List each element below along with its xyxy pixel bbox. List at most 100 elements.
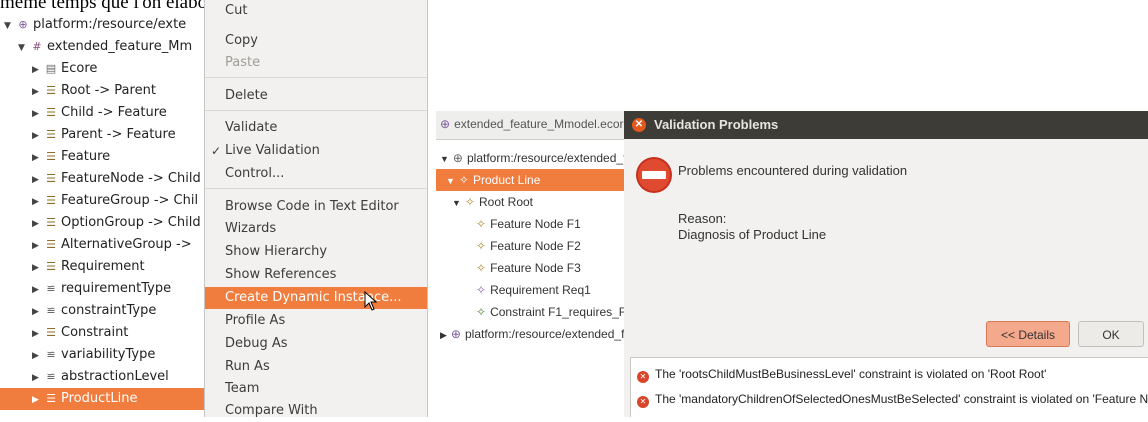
tree-item-resource[interactable]: ▼ ⊕ platform:/resource/extended_fe — [440, 147, 624, 169]
tree-item-eclass[interactable]: ▶ ☰ Feature — [32, 146, 110, 168]
menu-item-show-hierarchy[interactable]: Show Hierarchy — [205, 241, 427, 263]
collapse-arrow-icon[interactable]: ▶ — [32, 213, 44, 235]
menu-item-team[interactable]: Team — [205, 378, 427, 400]
tree-item-feature-node[interactable]: ✧ Feature Node F2 — [476, 235, 581, 257]
problem-item[interactable]: ✕ The 'mandatoryChildrenOfSelectedOnesMus… — [637, 388, 1148, 410]
tree-item-eclass[interactable]: ▶ ☰ Parent -> Feature — [32, 124, 176, 146]
eenum-icon: ≌ — [46, 370, 56, 383]
menu-item-wizards[interactable]: Wizards — [205, 218, 427, 240]
tree-item-eenum[interactable]: ▶ ≌ variabilityType — [32, 344, 155, 366]
tree-item-resource[interactable]: ▶ ⊕ platform:/resource/extended_fe — [440, 323, 624, 345]
tree-item-feature-node[interactable]: ✧ Feature Node F3 — [476, 257, 581, 279]
collapse-arrow-icon[interactable]: ▶ — [32, 279, 44, 301]
collapse-arrow-icon[interactable]: ▶ — [32, 301, 44, 323]
tree-item-eclass[interactable]: ▶ ☰ OptionGroup -> Child — [32, 212, 201, 234]
tree-item-feature-node[interactable]: ✧ Feature Node F1 — [476, 213, 581, 235]
error-icon: ✕ — [637, 396, 649, 408]
expand-arrow-icon[interactable]: ▼ — [4, 15, 16, 37]
instance-icon: ✧ — [476, 239, 487, 253]
problem-item[interactable]: ✕ The 'rootsChildMustBeBusinessLevel' con… — [637, 363, 1046, 385]
menu-item-label: Show References — [225, 267, 337, 282]
menu-item-label: Team — [225, 381, 260, 396]
collapse-arrow-icon[interactable]: ▶ — [32, 125, 44, 147]
collapse-arrow-icon[interactable]: ▶ — [32, 389, 44, 411]
tree-item-label: Child -> Feature — [61, 105, 167, 120]
tree-item-label: requirementType — [61, 281, 172, 296]
instance-icon: ✧ — [476, 305, 487, 319]
check-icon: ✓ — [211, 144, 222, 158]
tree-item-eenum[interactable]: ▶ ≌ requirementType — [32, 278, 171, 300]
ok-button[interactable]: OK — [1078, 321, 1144, 347]
menu-item-run-as[interactable]: Run As — [205, 356, 427, 378]
tree-item-requirement[interactable]: ✧ Requirement Req1 — [476, 279, 591, 301]
collapse-arrow-icon[interactable]: ▶ — [32, 169, 44, 191]
menu-item-label: Profile As — [225, 313, 286, 328]
tree-item-label: Root Root — [478, 195, 534, 209]
menu-item-label: Show Hierarchy — [225, 244, 328, 259]
ecore-icon: ▤ — [45, 62, 57, 75]
collapse-arrow-icon[interactable]: ▶ — [32, 59, 44, 81]
tree-item-eclass[interactable]: ▶ ☰ Child -> Feature — [32, 102, 167, 124]
tree-item-label: platform:/resource/extended_fe — [464, 327, 624, 341]
eenum-icon: ≌ — [46, 348, 56, 361]
tree-item-label: FeatureNode -> Child — [61, 171, 201, 186]
problem-list: ✕ The 'rootsChildMustBeBusinessLevel' con… — [630, 357, 1148, 417]
menu-item-compare-with[interactable]: Compare With — [205, 400, 427, 422]
tree-item-eenum[interactable]: ▶ ≌ constraintType — [32, 300, 156, 322]
tree-item-ecore[interactable]: ▶ ▤ Ecore — [32, 58, 97, 80]
tree-item-eenum[interactable]: ▶ ≌ abstractionLevel — [32, 366, 169, 388]
collapse-arrow-icon[interactable]: ▶ — [32, 103, 44, 125]
close-icon[interactable]: ✕ — [632, 118, 646, 132]
menu-item-live-validation[interactable]: ✓ Live Validation — [205, 140, 427, 162]
tree-item-constraint[interactable]: ✧ Constraint F1_requires_F3 — [476, 301, 624, 323]
details-button[interactable]: << Details — [986, 321, 1070, 347]
dialog-title-bar: ✕ Validation Problems — [624, 111, 1148, 139]
collapse-arrow-icon[interactable]: ▶ — [32, 81, 44, 103]
menu-item-cut[interactable]: Cut — [205, 0, 427, 22]
menu-item-profile-as[interactable]: Profile As — [205, 310, 427, 332]
dialog-message: Problems encountered during validation — [678, 163, 908, 178]
menu-item-label: Paste — [225, 55, 261, 70]
menu-item-browse-code[interactable]: Browse Code in Text Editor — [205, 196, 427, 218]
menu-item-debug-as[interactable]: Debug As — [205, 333, 427, 355]
expand-arrow-icon[interactable]: ▼ — [18, 37, 30, 59]
instance-icon: ✧ — [458, 173, 469, 187]
collapse-arrow-icon[interactable]: ▶ — [32, 257, 44, 279]
tree-item-selected[interactable]: ▶ ☰ ProductLine — [0, 388, 204, 410]
tree-item-eclass[interactable]: ▶ ☰ AlternativeGroup -> — [32, 234, 192, 256]
tree-item-eclass[interactable]: ▶ ☰ FeatureNode -> Child — [32, 168, 201, 190]
menu-item-label: Compare With — [225, 403, 318, 418]
tree-item-eclass[interactable]: ▶ ☰ Root -> Parent — [32, 80, 156, 102]
collapse-arrow-icon[interactable]: ▶ — [32, 235, 44, 257]
tree-item-root[interactable]: ▼ ✧ Root Root — [452, 191, 533, 213]
menu-item-validate[interactable]: Validate — [205, 117, 427, 139]
collapse-arrow-icon[interactable]: ▶ — [32, 323, 44, 345]
tree-item-eclass[interactable]: ▶ ☰ FeatureGroup -> Chil — [32, 190, 198, 212]
collapse-arrow-icon[interactable]: ▶ — [440, 330, 447, 340]
menu-item-control[interactable]: Control... — [205, 163, 427, 185]
eclass-icon: ☰ — [46, 238, 56, 251]
tree-item-label: extended_feature_Mm — [47, 39, 193, 54]
menu-item-label: Wizards — [225, 221, 277, 236]
collapse-arrow-icon[interactable]: ▶ — [32, 367, 44, 389]
menu-item-label: Run As — [225, 359, 270, 374]
menu-item-copy[interactable]: Copy — [205, 30, 427, 52]
expand-arrow-icon[interactable]: ▼ — [440, 154, 449, 164]
collapse-arrow-icon[interactable]: ▶ — [32, 147, 44, 169]
editor-tab[interactable]: ⊕ extended_feature_Mmodel.ecore — [440, 117, 624, 131]
expand-arrow-icon[interactable]: ▼ — [446, 176, 455, 186]
tree-item-product-line[interactable]: ▼ ✧ Product Line — [436, 169, 624, 191]
menu-item-create-dynamic-instance[interactable]: Create Dynamic Instance... — [205, 287, 427, 309]
collapse-arrow-icon[interactable]: ▶ — [32, 191, 44, 213]
tree-item-label: Parent -> Feature — [61, 127, 176, 142]
menu-item-paste[interactable]: Paste — [205, 52, 427, 74]
tree-item-resource[interactable]: ▼ ⊕ platform:/resource/exte — [4, 14, 186, 36]
tree-item-eclass[interactable]: ▶ ☰ Requirement — [32, 256, 145, 278]
tree-item-label: Ecore — [61, 61, 98, 76]
menu-item-show-references[interactable]: Show References — [205, 264, 427, 286]
tree-item-eclass[interactable]: ▶ ☰ Constraint — [32, 322, 128, 344]
tree-item-package[interactable]: ▼ # extended_feature_Mm — [18, 36, 192, 58]
expand-arrow-icon[interactable]: ▼ — [452, 198, 461, 208]
menu-item-delete[interactable]: Delete — [205, 85, 427, 107]
collapse-arrow-icon[interactable]: ▶ — [32, 345, 44, 367]
